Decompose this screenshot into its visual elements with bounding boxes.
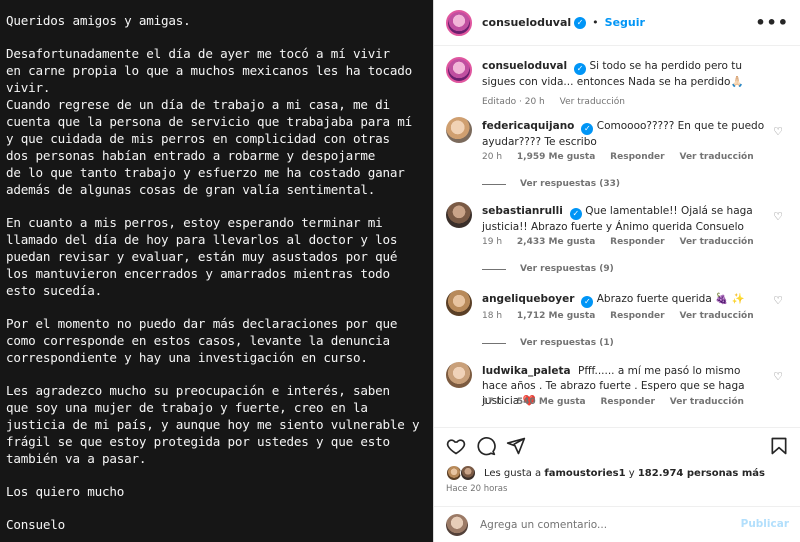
comment-composer: Publicar bbox=[434, 506, 800, 542]
comment-text: Abrazo fuerte querida 🍇 ✨ bbox=[596, 293, 745, 305]
post-text-paragraph: Desafortunadamente el día de ayer me toc… bbox=[6, 46, 413, 95]
comment-input[interactable] bbox=[480, 518, 730, 531]
comment-meta: 18 h 1,712 Me gusta Responder Ver traduc… bbox=[482, 311, 766, 321]
verified-badge-icon: ✓ bbox=[581, 296, 594, 308]
bookmark-icon[interactable] bbox=[769, 436, 789, 456]
likes-user[interactable]: famoustories1 bbox=[544, 468, 625, 479]
likes-count[interactable]: 182.974 personas más bbox=[638, 468, 765, 479]
header-separator: • bbox=[592, 16, 599, 29]
view-replies-label[interactable]: Ver respuestas (1) bbox=[520, 338, 614, 348]
post-text-signature: Consuelo bbox=[6, 517, 66, 532]
comment-like-heart-icon[interactable]: ♡ bbox=[773, 125, 783, 138]
comment-translate-link[interactable]: Ver traducción bbox=[679, 311, 753, 321]
current-user-avatar bbox=[446, 513, 468, 536]
follow-button[interactable]: Seguir bbox=[605, 16, 645, 29]
post-actions bbox=[434, 427, 800, 463]
post-header: consueloduval ✓ • Seguir ••• bbox=[434, 0, 800, 46]
comment-meta: 19 h 2,433 Me gusta Responder Ver traduc… bbox=[482, 237, 766, 247]
post-text-paragraph: Cuando regrese de un día de trabajo a mi… bbox=[6, 97, 413, 197]
replies-divider bbox=[482, 268, 506, 270]
comment-meta: 20 h 1,959 Me gusta Responder Ver traduc… bbox=[482, 152, 766, 162]
commenter-avatar[interactable] bbox=[446, 117, 472, 143]
verified-badge-icon: ✓ bbox=[574, 16, 587, 29]
publish-button[interactable]: Publicar bbox=[741, 518, 789, 530]
comment-like-heart-icon[interactable]: ♡ bbox=[773, 370, 783, 383]
comment-like-count[interactable]: 1,959 Me gusta bbox=[517, 152, 595, 162]
verified-badge-icon: ✓ bbox=[574, 63, 587, 75]
commenter-avatar[interactable] bbox=[446, 202, 472, 228]
comment-translate-link[interactable]: Ver traducción bbox=[679, 152, 753, 162]
comment-body: angeliqueboyer ✓ Abrazo fuerte querida 🍇 … bbox=[482, 292, 767, 308]
view-replies-label[interactable]: Ver respuestas (9) bbox=[520, 264, 614, 274]
comment-time: 18 h bbox=[482, 311, 503, 321]
view-replies-label[interactable]: Ver respuestas (33) bbox=[520, 179, 620, 189]
comment-translate-link[interactable]: Ver traducción bbox=[679, 237, 753, 247]
caption-edited: Editado · 20 h bbox=[482, 97, 545, 107]
liker-avatars bbox=[446, 465, 480, 481]
comment-like-heart-icon[interactable]: ♡ bbox=[773, 210, 783, 223]
liker-avatar bbox=[460, 465, 476, 481]
comment-time: 19 h bbox=[482, 237, 503, 247]
likes-prefix: Les gusta a bbox=[484, 467, 542, 479]
comment-icon[interactable] bbox=[476, 436, 496, 456]
post-timestamp: Hace 20 horas bbox=[446, 484, 508, 494]
caption-avatar[interactable] bbox=[446, 57, 472, 83]
comment-translate-link[interactable]: Ver traducción bbox=[670, 397, 744, 407]
post-side-panel: consueloduval ✓ • Seguir ••• consueloduv… bbox=[433, 0, 800, 542]
commenter-avatar[interactable] bbox=[446, 290, 472, 316]
heart-icon[interactable] bbox=[446, 436, 466, 456]
view-replies-button[interactable]: Ver respuestas (33) bbox=[482, 179, 620, 189]
comment-reply-button[interactable]: Responder bbox=[600, 397, 654, 407]
comment-body: sebastianrulli ✓ Que lamentable!! Ojalá s… bbox=[482, 204, 767, 235]
caption-meta: Editado · 20 h Ver traducción bbox=[482, 97, 637, 107]
caption-body: consueloduval ✓ Si todo se ha perdido per… bbox=[482, 59, 767, 90]
commenter-avatar[interactable] bbox=[446, 362, 472, 388]
post-text-paragraph: En cuanto a mis perros, estoy esperando … bbox=[6, 215, 398, 298]
comment-meta: 17 h 540 Me gusta Responder Ver traducci… bbox=[482, 397, 756, 407]
caption-translate-link[interactable]: Ver traducción bbox=[560, 97, 625, 107]
comment-like-count[interactable]: 540 Me gusta bbox=[517, 397, 586, 407]
comments-list[interactable]: consueloduval ✓ Si todo se ha perdido per… bbox=[434, 47, 800, 427]
comment-reply-button[interactable]: Responder bbox=[610, 237, 664, 247]
comment-like-count[interactable]: 1,712 Me gusta bbox=[517, 311, 595, 321]
comment-like-heart-icon[interactable]: ♡ bbox=[773, 294, 783, 307]
more-options-icon[interactable]: ••• bbox=[755, 13, 789, 32]
post-text-closing: Los quiero mucho bbox=[6, 484, 125, 499]
comment-reply-button[interactable]: Responder bbox=[610, 311, 664, 321]
verified-badge-icon: ✓ bbox=[581, 123, 594, 135]
likes-middle: y bbox=[628, 467, 635, 479]
post-image: Queridos amigos y amigas. Desafortunadam… bbox=[0, 0, 433, 542]
replies-divider bbox=[482, 183, 506, 185]
comment-time: 17 h bbox=[482, 397, 503, 407]
comment-body: federicaquijano ✓ Comoooo????? En que te … bbox=[482, 119, 767, 150]
author-username[interactable]: consueloduval bbox=[482, 16, 571, 29]
replies-divider bbox=[482, 342, 506, 344]
share-icon[interactable] bbox=[506, 436, 526, 456]
comment-like-count[interactable]: 2,433 Me gusta bbox=[517, 237, 595, 247]
comment-reply-button[interactable]: Responder bbox=[610, 152, 664, 162]
comment-username[interactable]: angeliqueboyer bbox=[482, 293, 574, 305]
view-replies-button[interactable]: Ver respuestas (9) bbox=[482, 264, 614, 274]
post-text-paragraph: Por el momento no puedo dar más declarac… bbox=[6, 316, 398, 365]
post-text-greeting: Queridos amigos y amigas. bbox=[6, 13, 191, 28]
comment-time: 20 h bbox=[482, 152, 503, 162]
comment-username[interactable]: federicaquijano bbox=[482, 120, 574, 132]
verified-badge-icon: ✓ bbox=[569, 208, 582, 220]
caption-username[interactable]: consueloduval bbox=[482, 60, 567, 72]
comment-username[interactable]: ludwika_paleta bbox=[482, 365, 571, 377]
likes-summary[interactable]: Les gusta a famoustories1 y 182.974 pers… bbox=[446, 465, 765, 481]
author-avatar[interactable] bbox=[446, 9, 472, 36]
view-replies-button[interactable]: Ver respuestas (1) bbox=[482, 338, 614, 348]
post-text-paragraph: Les agradezco mucho su preocupación e in… bbox=[6, 383, 420, 466]
comment-username[interactable]: sebastianrulli bbox=[482, 205, 563, 217]
